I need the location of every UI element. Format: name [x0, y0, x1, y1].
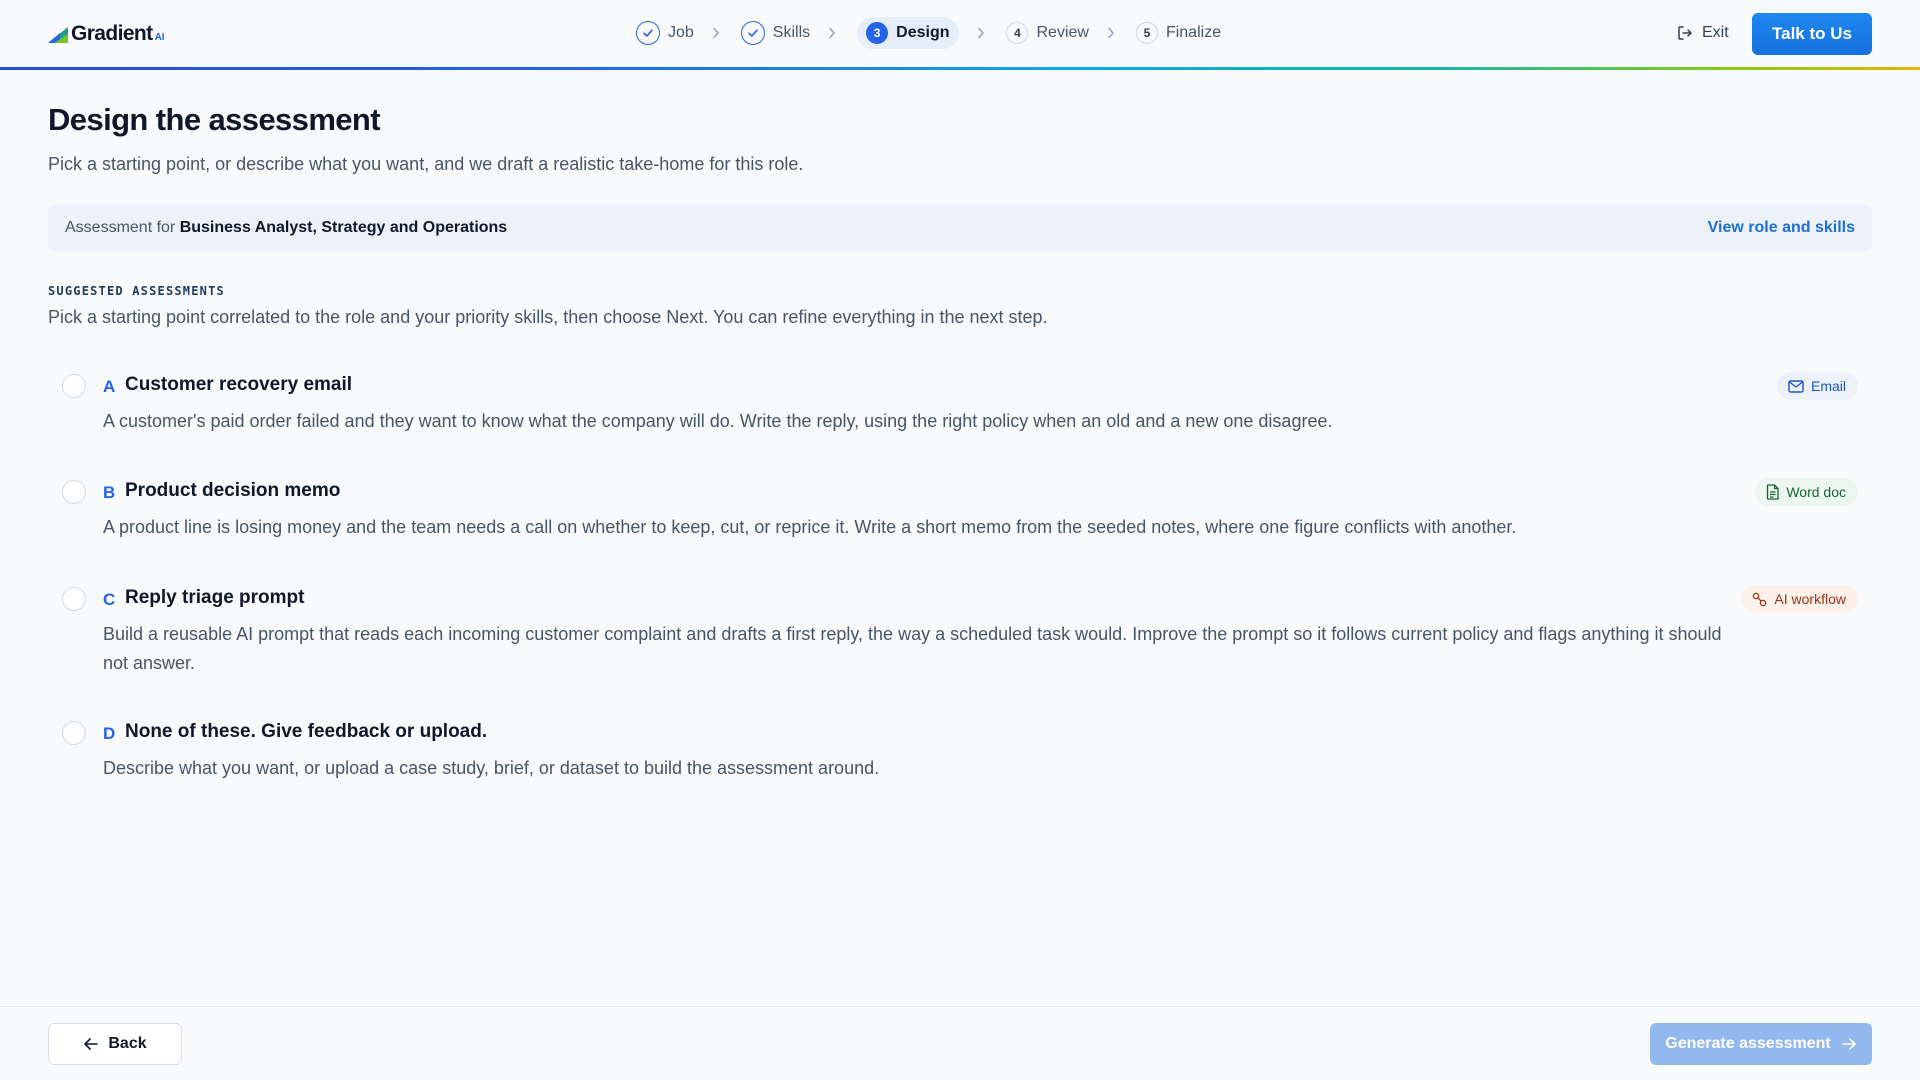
option-title: Reply triage prompt — [125, 587, 305, 608]
role-prefix: Assessment for — [65, 219, 180, 236]
back-button[interactable]: Back — [48, 1023, 182, 1065]
assessment-option-c[interactable]: C Reply triage prompt Build a reusable A… — [48, 585, 1872, 685]
generate-label: Generate assessment — [1665, 1035, 1831, 1052]
badge-label: Email — [1810, 378, 1846, 394]
option-description: A customer's paid order failed and they … — [103, 411, 1333, 431]
top-bar: Gradient AI Job Skills 3 Design 4 Review… — [0, 0, 1920, 68]
step-label: Skills — [772, 24, 811, 41]
workflow-icon — [1753, 592, 1767, 606]
step-review[interactable]: 4 Review — [1006, 17, 1089, 49]
radio-button[interactable] — [62, 374, 86, 398]
exit-icon — [1678, 26, 1692, 40]
option-description: A product line is losing money and the t… — [103, 517, 1517, 537]
option-title: None of these. Give feedback or upload. — [125, 721, 488, 742]
option-letter: A — [103, 377, 116, 396]
check-icon — [636, 21, 660, 45]
radio-button[interactable] — [62, 587, 86, 611]
brand-suffix: AI — [154, 32, 165, 43]
format-badge-ai-workflow: AI workflow — [1741, 585, 1858, 613]
exit-label: Exit — [1702, 24, 1729, 41]
progress-stepper: Job Skills 3 Design 4 Review 5 Finalize — [636, 17, 1221, 49]
check-icon — [740, 21, 765, 45]
logo-mark-icon — [48, 27, 68, 43]
mail-icon — [1788, 379, 1804, 393]
assessment-option-d[interactable]: D None of these. Give feedback or upload… — [48, 719, 1872, 789]
format-badge-email: Email — [1776, 372, 1858, 400]
step-skills[interactable]: Skills — [740, 17, 811, 49]
step-number: 5 — [1135, 22, 1158, 44]
page-subtitle: Pick a starting point, or describe what … — [48, 154, 804, 174]
step-job[interactable]: Job — [636, 17, 694, 49]
badge-label: AI workflow — [1774, 591, 1846, 607]
option-letter: B — [103, 483, 116, 502]
section-description: Pick a starting point correlated to the … — [48, 307, 1048, 327]
option-description: Build a reusable AI prompt that reads ea… — [103, 624, 1722, 673]
document-icon — [1767, 484, 1779, 500]
brand-name: Gradient — [71, 22, 153, 45]
role-context-bar: Assessment for Business Analyst, Strateg… — [48, 204, 1872, 252]
chevron-right-icon — [828, 27, 838, 39]
page-title: Design the assessment — [48, 102, 381, 137]
assessment-option-b[interactable]: B Product decision memo A product line i… — [48, 478, 1872, 548]
step-finalize[interactable]: 5 Finalize — [1135, 17, 1222, 49]
role-context-text: Assessment for Business Analyst, Strateg… — [65, 219, 507, 237]
option-letter: D — [103, 724, 116, 743]
view-role-and-skills-link[interactable]: View role and skills — [1708, 219, 1855, 237]
step-number: 4 — [1006, 22, 1029, 44]
chevron-right-icon — [1107, 27, 1117, 39]
back-label: Back — [108, 1035, 147, 1052]
exit-button[interactable]: Exit — [1676, 22, 1729, 44]
section-label: SUGGESTED ASSESSMENTS — [48, 284, 225, 298]
step-label: Design — [896, 24, 950, 41]
generate-assessment-button[interactable]: Generate assessment — [1650, 1023, 1872, 1065]
step-label: Job — [668, 24, 694, 41]
option-letter: C — [103, 590, 116, 609]
arrow-left-icon — [84, 1038, 99, 1050]
badge-label: Word doc — [1786, 484, 1846, 500]
chevron-right-icon — [712, 27, 722, 39]
assessment-option-a[interactable]: A Customer recovery email A customer's p… — [48, 372, 1872, 442]
footer-bar: Back Generate assessment — [0, 1006, 1920, 1080]
radio-button[interactable] — [62, 721, 86, 745]
format-badge-word-doc: Word doc — [1755, 478, 1858, 506]
step-number: 3 — [866, 22, 889, 44]
option-title: Product decision memo — [125, 480, 341, 501]
arrow-right-icon — [1841, 1038, 1856, 1050]
role-name: Business Analyst, Strategy and Operation… — [179, 219, 508, 236]
talk-to-us-button[interactable]: Talk to Us — [1752, 13, 1872, 55]
radio-button[interactable] — [62, 480, 86, 504]
brand-logo[interactable]: Gradient AI — [48, 22, 165, 46]
step-design[interactable]: 3 Design — [857, 17, 960, 49]
option-description: Describe what you want, or upload a case… — [103, 758, 880, 778]
header-gradient-divider — [0, 67, 1920, 70]
option-title: Customer recovery email — [125, 374, 353, 395]
step-label: Review — [1036, 24, 1089, 41]
step-label: Finalize — [1165, 24, 1222, 41]
chevron-right-icon — [977, 27, 987, 39]
